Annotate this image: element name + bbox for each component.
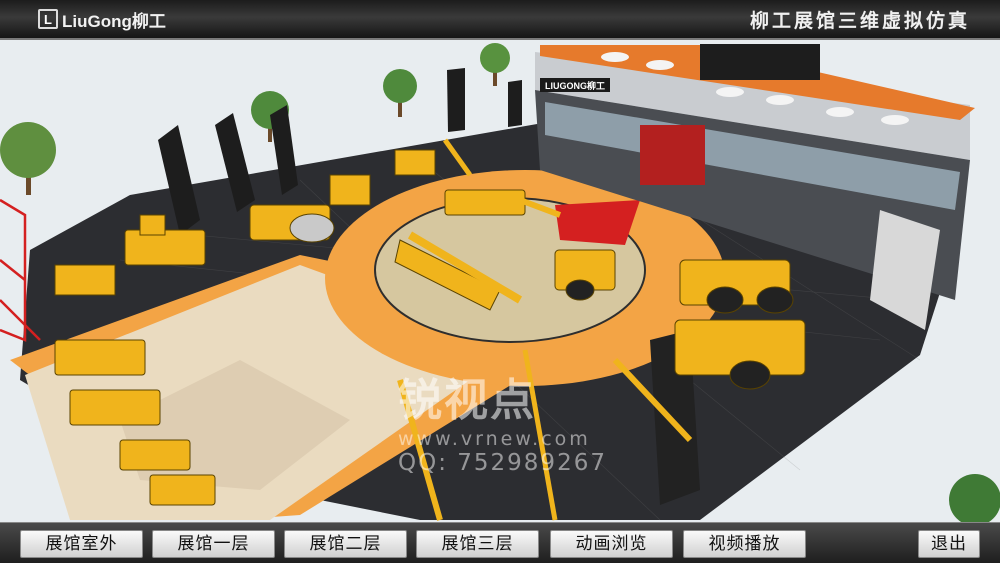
nav-button-animation[interactable]: 动画浏览 <box>550 530 673 558</box>
exit-button[interactable]: 退出 <box>918 530 980 558</box>
entrance <box>640 125 705 185</box>
liugong-logo: L LiuGong柳工 <box>38 7 166 31</box>
roof-screen <box>700 44 820 80</box>
3d-viewport[interactable]: LIUGONG柳工 <box>0 40 1000 522</box>
nav-button-floor-3[interactable]: 展馆三层 <box>416 530 539 558</box>
nav-button-video[interactable]: 视频播放 <box>683 530 806 558</box>
nav-button-floor-2[interactable]: 展馆二层 <box>284 530 407 558</box>
logo-mark: L <box>38 9 58 29</box>
title-bar: L LiuGong柳工 柳工展馆三维虚拟仿真 <box>0 0 1000 40</box>
bottom-toolbar: 展馆室外 展馆一层 展馆二层 展馆三层 动画浏览 视频播放 退出 <box>0 522 1000 563</box>
nav-button-exterior[interactable]: 展馆室外 <box>20 530 143 558</box>
logo-text: LiuGong柳工 <box>62 11 166 31</box>
red-carpet <box>555 200 640 245</box>
excavator-left <box>54 264 116 296</box>
wheel-loader-right <box>679 259 794 314</box>
nav-button-floor-1[interactable]: 展馆一层 <box>152 530 275 558</box>
app-title: 柳工展馆三维虚拟仿真 <box>749 10 970 32</box>
building-sign: LIUGONG柳工 <box>545 80 605 91</box>
